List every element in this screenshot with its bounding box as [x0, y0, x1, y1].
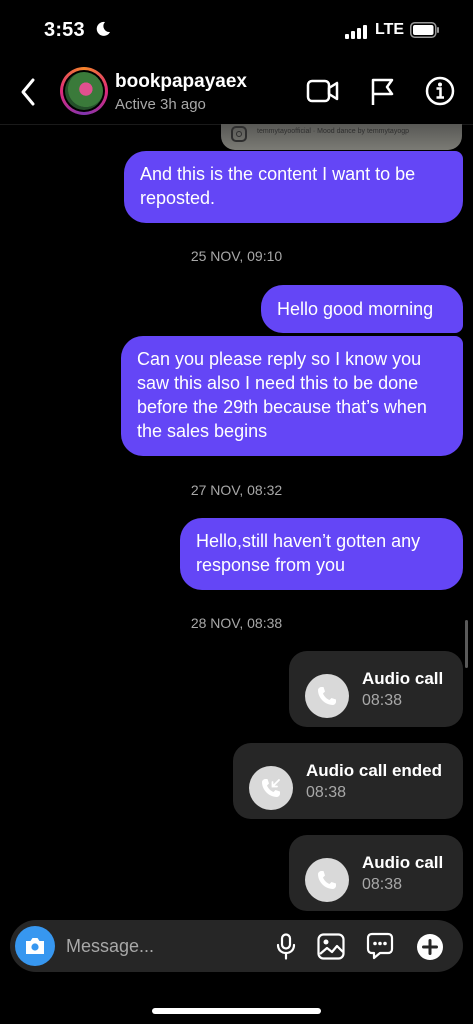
sticker-icon[interactable]	[366, 932, 394, 965]
camera-button[interactable]	[15, 926, 55, 966]
call-time: 08:38	[306, 784, 347, 801]
battery-icon	[410, 22, 440, 43]
message-text: Hello good morning	[277, 299, 434, 319]
phone-icon	[305, 858, 349, 902]
message-thread[interactable]: temmytayoofficial · Mood dance by temmyt…	[0, 124, 473, 918]
moon-icon	[95, 21, 111, 42]
message-input[interactable]	[66, 932, 266, 960]
call-title: Audio call	[362, 669, 444, 688]
gallery-icon[interactable]	[317, 933, 345, 965]
timestamp: 27 NOV, 08:32	[190, 482, 283, 498]
microphone-icon[interactable]	[276, 933, 296, 965]
audio-call-card[interactable]: Audio call 08:38	[289, 651, 463, 727]
scrollbar[interactable]	[465, 620, 468, 668]
back-icon[interactable]	[16, 76, 42, 113]
active-status: Active 3h ago	[115, 96, 206, 113]
network-label: LTE	[375, 21, 405, 38]
status-time: 3:53	[44, 19, 85, 41]
call-time: 08:38	[362, 692, 403, 709]
audio-call-card[interactable]: Audio call 08:38	[289, 835, 463, 911]
home-indicator	[152, 1008, 321, 1014]
call-title: Audio call	[362, 853, 444, 872]
shared-post-preview[interactable]: temmytayoofficial · Mood dance by temmyt…	[221, 124, 462, 150]
message-text: And this is the content I want to be rep…	[140, 164, 416, 208]
call-title: Audio call ended	[306, 761, 443, 780]
message-bubble[interactable]: Hello good morning	[261, 285, 463, 333]
phone-callback-icon	[249, 766, 293, 810]
message-text: Hello,still haven’t gotten any response …	[196, 531, 421, 575]
video-call-icon[interactable]	[306, 78, 340, 109]
avatar[interactable]	[60, 67, 108, 115]
status-bar: 3:53 LTE	[0, 0, 473, 62]
info-icon[interactable]	[425, 76, 455, 111]
audio-call-card[interactable]: Audio call ended 08:38	[233, 743, 463, 819]
shared-post-caption: temmytayoofficial · Mood dance by temmyt…	[257, 128, 409, 135]
message-bubble[interactable]: Hello,still haven’t gotten any response …	[180, 518, 463, 590]
timestamp: 28 NOV, 08:38	[190, 615, 283, 631]
call-time: 08:38	[362, 876, 403, 893]
message-bubble[interactable]: Can you please reply so I know you saw t…	[121, 336, 463, 456]
add-icon[interactable]	[416, 933, 444, 966]
flag-icon[interactable]	[370, 77, 396, 112]
instagram-icon	[231, 126, 247, 142]
message-composer	[10, 920, 463, 972]
timestamp: 25 NOV, 09:10	[190, 248, 283, 264]
signal-icon	[345, 25, 371, 44]
message-bubble[interactable]: And this is the content I want to be rep…	[124, 151, 463, 223]
username[interactable]: bookpapayaex	[115, 71, 247, 93]
message-text: Can you please reply so I know you saw t…	[137, 349, 427, 441]
phone-icon	[305, 674, 349, 718]
chat-header: bookpapayaex Active 3h ago	[0, 62, 473, 125]
